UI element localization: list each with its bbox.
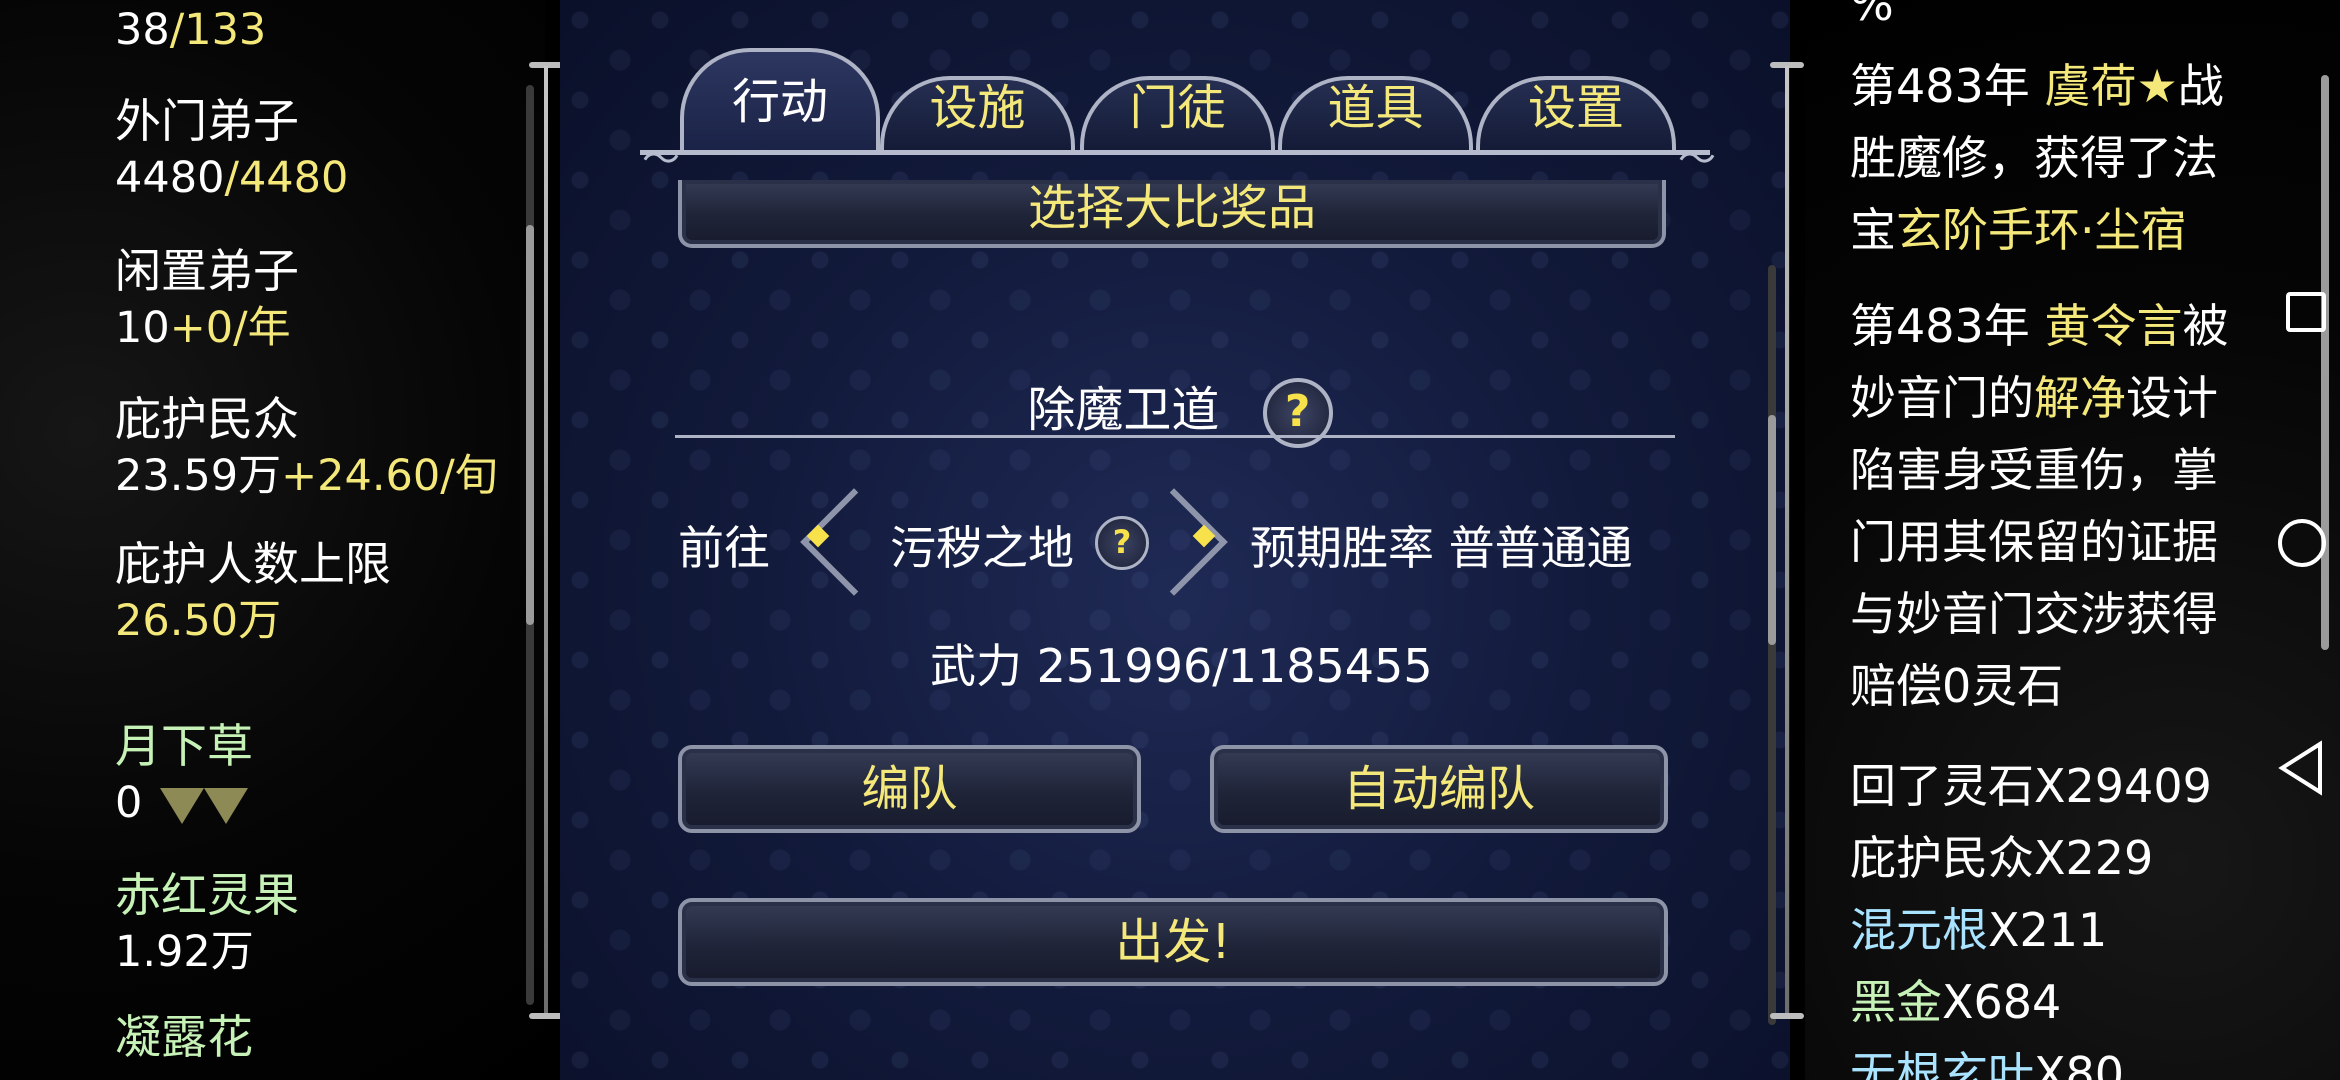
recent-apps-icon[interactable] (2286, 292, 2326, 332)
stat-idle-disciples: 闲置弟子 10+0/年 (115, 242, 299, 356)
log-disciple-name[interactable]: 黄令言 (2044, 299, 2182, 353)
power-value: 251996/1185455 (1036, 639, 1433, 693)
tab-ornament-right: 〜 (1678, 137, 1717, 181)
depart-button[interactable]: 出发! (678, 898, 1668, 986)
tab-label: 门徒 (1129, 80, 1226, 136)
stat-protection-limit: 庇护人数上限 26.50万 (115, 535, 391, 649)
section-title: 除魔卫道 (1027, 382, 1220, 438)
reward-name: 混元根 (1850, 903, 1988, 957)
log-entry: 第483年 虞荷★战胜魔修，获得了法宝玄阶手环·尘宿 (1850, 50, 2250, 266)
left-divider (544, 66, 548, 1016)
log-year: 第483年 (1850, 299, 2030, 353)
team-button[interactable]: 编队 (678, 745, 1141, 833)
reward-name: 黑金 (1850, 975, 1942, 1029)
tab-ornament-left: 〜 (642, 137, 681, 181)
log-partial: % (1850, 0, 1894, 31)
location-name: 污秽之地 (890, 521, 1074, 575)
tab-label: 行动 (731, 74, 828, 130)
reward-name: 无根玄叶 (1850, 1047, 2034, 1080)
arrow-dot (806, 524, 830, 548)
expected-winrate: 预期胜率 普普通通 (1250, 512, 1633, 578)
stat-value: 23.59万 (115, 451, 282, 501)
reward-name: 回了灵石 (1850, 759, 2034, 813)
right-log-panel: % 第483年 虞荷★战胜魔修，获得了法宝玄阶手环·尘宿 第483年 黄令言被妙… (1805, 0, 2340, 1080)
stat-value: 4480 (115, 153, 225, 203)
tab-label: 设置 (1527, 80, 1624, 136)
power-readout: 武力 251996/1185455 (930, 630, 1433, 696)
prev-location-arrow-icon[interactable] (792, 486, 852, 596)
triangle-down-icon (204, 787, 249, 824)
right-scrollbar-thumb[interactable] (2321, 75, 2329, 650)
stat-value: 26.50万 (115, 596, 282, 646)
herb-moongrass[interactable]: 月下草 0 (115, 717, 253, 831)
divider-cap (1770, 1013, 1804, 1019)
stat-partial: 38/133 (115, 5, 267, 55)
herb-label: 赤红灵果 (115, 868, 299, 922)
herb-label: 月下草 (115, 719, 253, 773)
reward-row: 无根玄叶X80 (1850, 1038, 2124, 1080)
triangle-down-icon (160, 787, 205, 824)
home-icon[interactable] (2278, 519, 2326, 567)
tab-label: 道具 (1327, 80, 1424, 136)
stat-label: 外门弟子 (115, 94, 299, 148)
reward-count: X211 (1988, 903, 2108, 957)
log-item-name[interactable]: 玄阶手环·尘宿 (1896, 203, 2187, 257)
right-divider (1785, 66, 1789, 1016)
stat-rate: +0/年 (169, 303, 291, 353)
center-panel: 〜 〜 行动 设施 门徒 道具 设置 选择大比奖品 除魔卫道 ? 前往 污秽之地… (560, 0, 1790, 1080)
herb-dew-flower[interactable]: 凝露花 (115, 1008, 253, 1066)
reward-row: 回了灵石X29409 (1850, 750, 2212, 822)
herb-value: 0 (115, 778, 143, 828)
reward-row: 庇护民众X229 (1850, 822, 2153, 894)
stat-rate: +24.60/旬 (281, 451, 498, 501)
auto-team-button[interactable]: 自动编队 (1210, 745, 1668, 833)
stat-value: 10 (115, 303, 170, 353)
reward-name: 庇护民众 (1850, 831, 2034, 885)
stat-partial-value: 38 (115, 5, 170, 55)
arrow-dot (1192, 524, 1216, 548)
left-scrollbar-thumb[interactable] (526, 225, 534, 625)
tab-action[interactable]: 行动 (680, 12, 880, 152)
herb-value: 1.92万 (115, 927, 254, 977)
expected-value: 普普通通 (1448, 521, 1633, 575)
right-scrollbar[interactable] (2321, 75, 2329, 650)
left-scrollbar[interactable] (526, 85, 534, 1005)
center-scrollbar[interactable] (1768, 265, 1776, 1025)
center-scrollbar-thumb[interactable] (1768, 415, 1776, 645)
reward-count: X684 (1942, 975, 2062, 1029)
stat-partial-max: 133 (184, 5, 267, 55)
tab-baseline (640, 150, 1710, 155)
tab-settings[interactable]: 设置 (1476, 40, 1676, 150)
tab-facilities[interactable]: 设施 (880, 40, 1075, 150)
tab-label: 设施 (929, 80, 1026, 136)
power-label: 武力 (930, 639, 1022, 693)
stat-label: 庇护民众 (115, 392, 299, 446)
log-year: 第483年 (1850, 59, 2030, 113)
reward-count: X80 (2034, 1047, 2125, 1080)
section-divider (675, 435, 1675, 438)
tab-disciples[interactable]: 门徒 (1080, 40, 1275, 150)
reward-count: X229 (2034, 831, 2154, 885)
stat-max: 4480 (238, 153, 349, 203)
stat-label: 闲置弟子 (115, 244, 299, 298)
left-stats-panel: 38/133 外门弟子 4480/4480 闲置弟子 10+0/年 庇护民众 2… (0, 0, 545, 1080)
herb-red-fruit[interactable]: 赤红灵果 1.92万 (115, 866, 299, 980)
tab-items[interactable]: 道具 (1278, 40, 1473, 150)
select-prize-button[interactable]: 选择大比奖品 (678, 180, 1666, 248)
stat-protected-people: 庇护民众 23.59万+24.60/旬 (115, 390, 498, 504)
divider-cap (529, 1013, 563, 1019)
herb-label: 凝露花 (115, 1010, 253, 1064)
stat-outer-disciples: 外门弟子 4480/4480 (115, 94, 349, 203)
stat-label: 庇护人数上限 (115, 537, 391, 591)
expected-label: 预期胜率 (1250, 521, 1434, 575)
reward-row: 黑金X684 (1850, 966, 2061, 1038)
goto-label: 前往 (678, 521, 770, 575)
back-icon[interactable] (2276, 740, 2326, 796)
log-disciple-name[interactable]: 虞荷★ (2044, 59, 2177, 113)
reward-row: 混元根X211 (1850, 894, 2107, 966)
log-entry: 第483年 黄令言被妙音门的解净设计陷害身受重伤，掌门用其保留的证据与妙音门交涉… (1850, 290, 2250, 722)
log-villain-name[interactable]: 解净 (2034, 371, 2126, 425)
reward-count: X29409 (2034, 759, 2212, 813)
next-location-arrow-icon[interactable] (1170, 486, 1230, 596)
